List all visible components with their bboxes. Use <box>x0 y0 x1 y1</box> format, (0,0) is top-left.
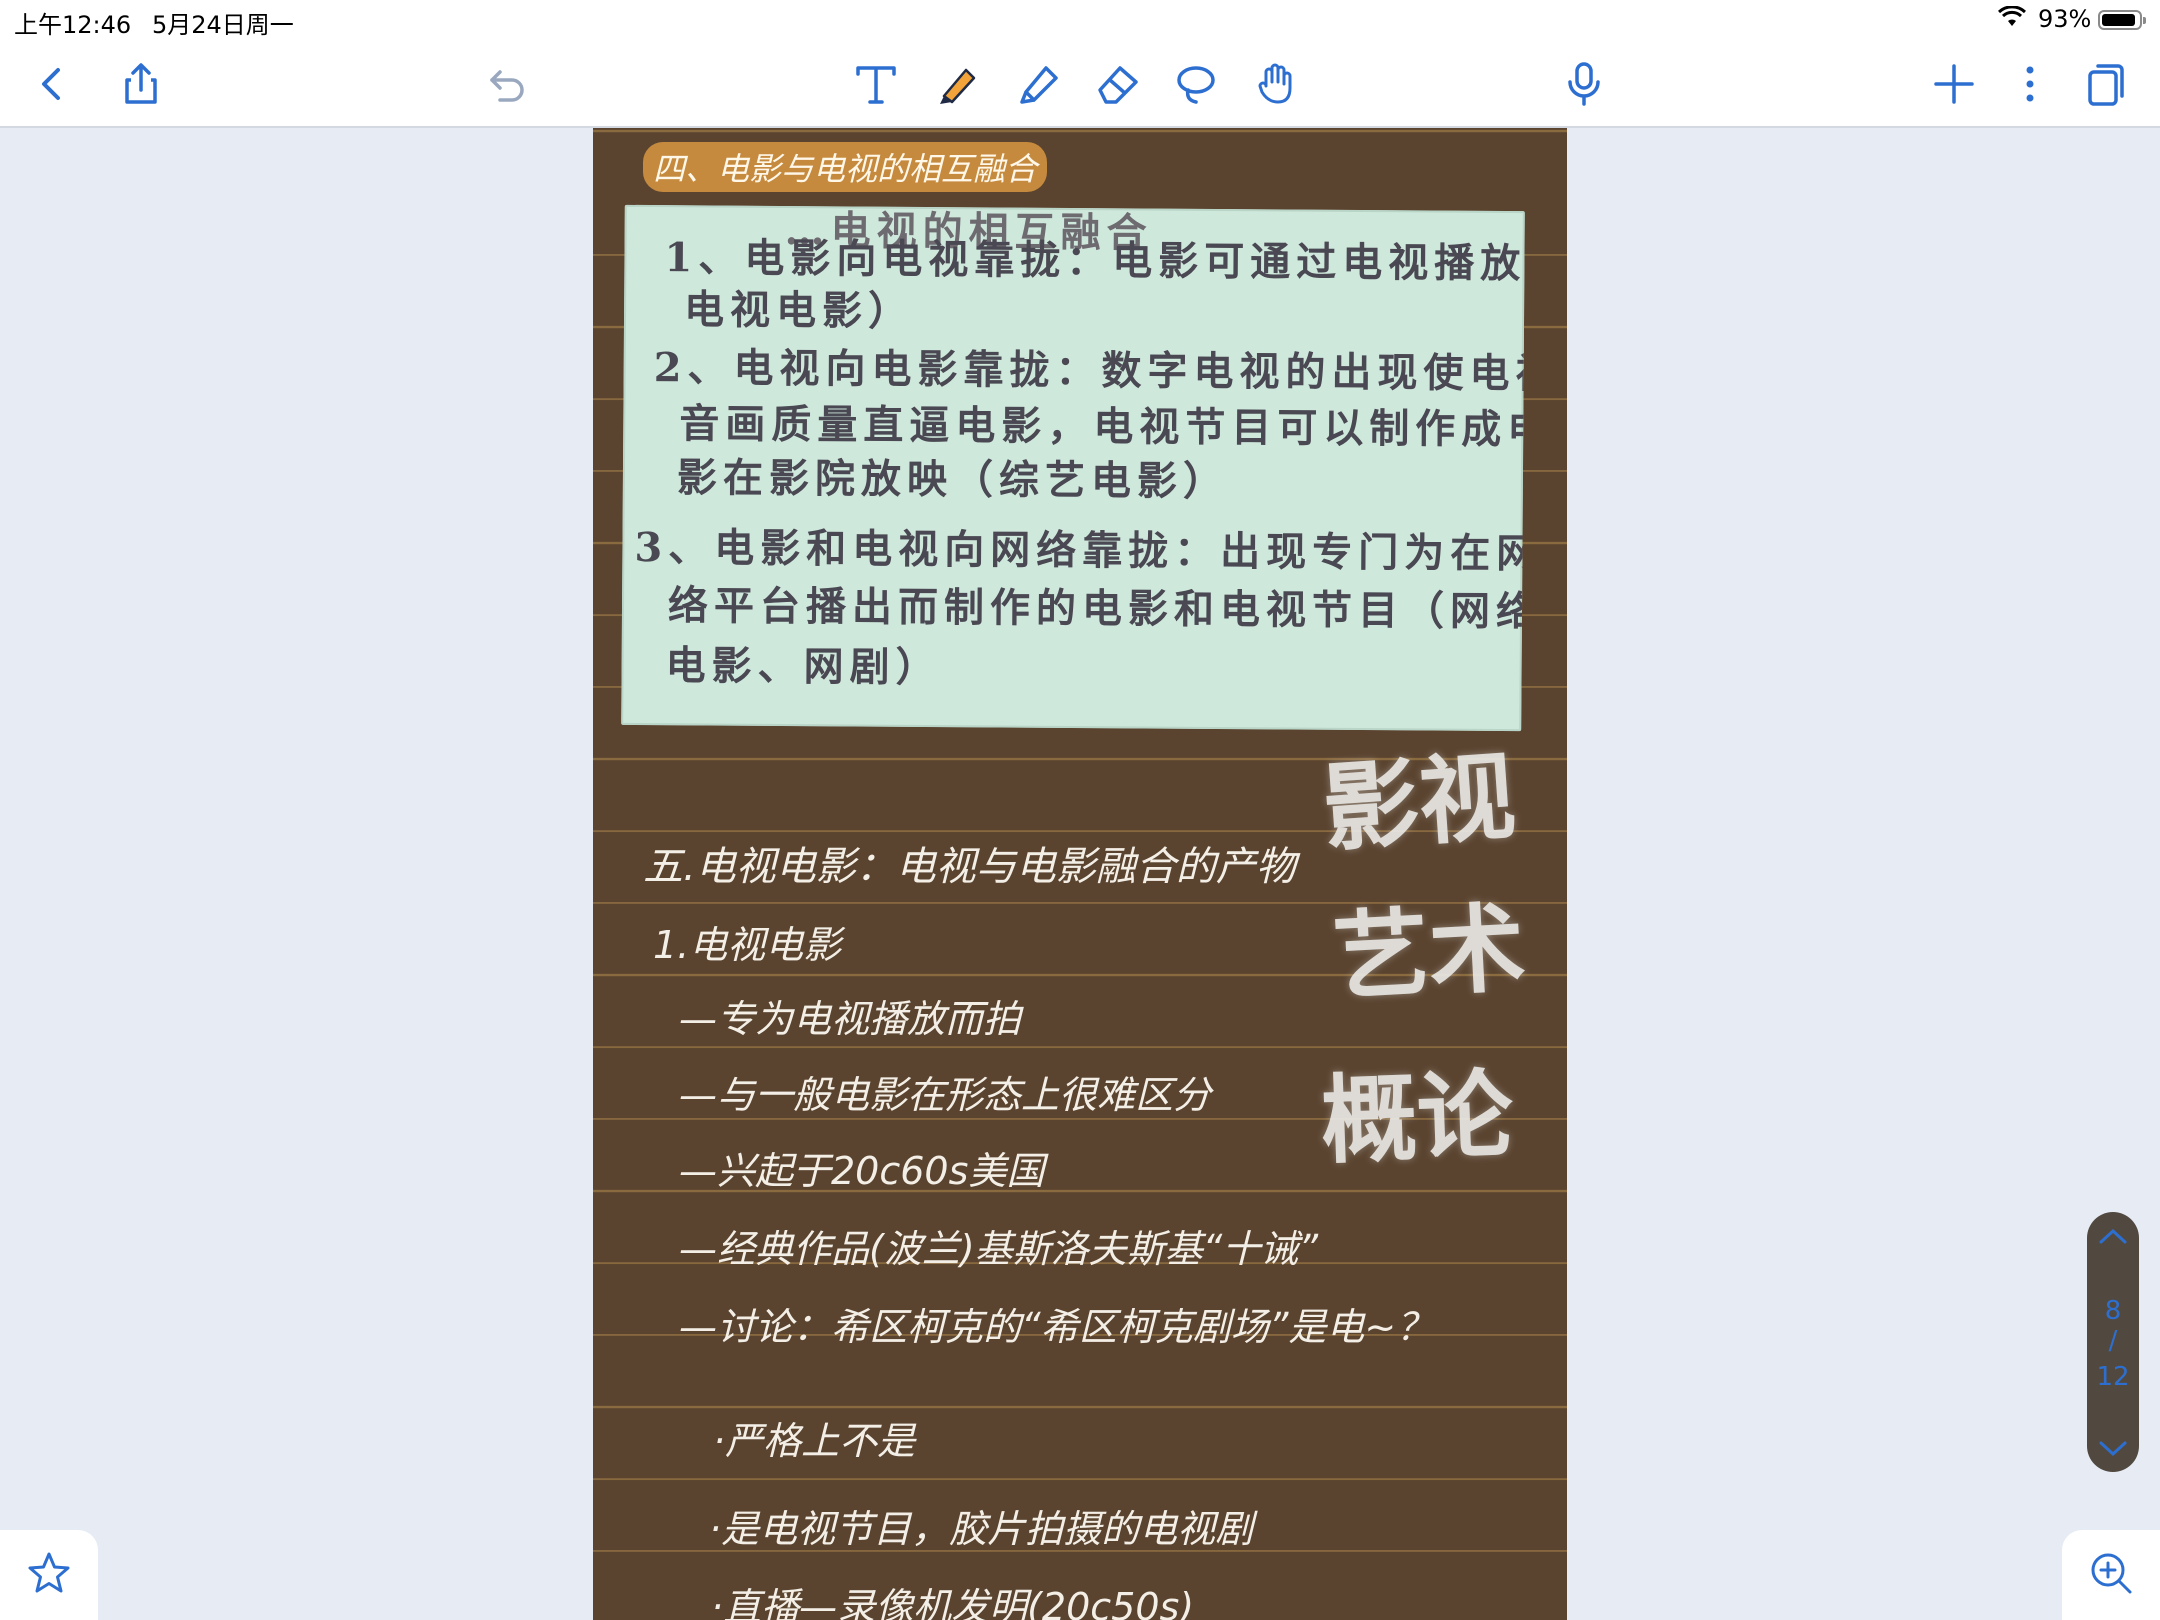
wifi-icon <box>1997 5 2027 34</box>
chevron-up-icon[interactable] <box>2087 1220 2139 1253</box>
text-tool-icon[interactable] <box>848 56 904 112</box>
watermark-line: 艺术 <box>1330 891 1528 1014</box>
photo-line: 3、电影和电视向网络靠拢：出现专门为在网 <box>634 523 1525 578</box>
add-page-icon[interactable] <box>1926 56 1982 112</box>
textbook-photo[interactable]: …电视的相互融合 1、电影向电视靠拢：电影可通过电视播放（ 电视电影） 2、电视… <box>621 204 1525 732</box>
toolbar <box>0 40 2160 128</box>
back-icon[interactable] <box>24 56 80 112</box>
note-page[interactable]: 四、电影与电视的相互融合 …电视的相互融合 1、电影向电视靠拢：电影可通过电视播… <box>593 128 1567 1620</box>
status-time: 上午12:46 <box>14 11 132 39</box>
handwritten-line: ·严格上不是 <box>713 1419 916 1463</box>
photo-line: 电影、网剧） <box>665 642 942 692</box>
microphone-icon[interactable] <box>1556 56 1612 112</box>
zoom-button[interactable] <box>2062 1530 2160 1620</box>
status-bar: 上午12:46 5月24日周一 93% <box>0 0 2160 40</box>
eraser-tool-icon[interactable] <box>1090 56 1146 112</box>
handwritten-line: —经典作品(波兰)基斯洛夫斯基“十诫” <box>679 1227 1319 1271</box>
battery-icon <box>2098 10 2146 30</box>
undo-icon[interactable] <box>480 56 536 112</box>
photo-line: 影在影院放映（综艺电影） <box>676 454 1230 506</box>
chevron-down-icon[interactable] <box>2087 1433 2139 1466</box>
pages-icon[interactable] <box>2078 56 2134 112</box>
watermark-line: 影视 <box>1319 739 1519 866</box>
photo-line: 电视电影） <box>683 286 915 335</box>
highlighter-tool-icon[interactable] <box>1010 56 1066 112</box>
battery-percent: 93% <box>2038 5 2092 33</box>
more-icon[interactable] <box>2002 56 2058 112</box>
handwritten-line: ·是电视节目，胶片拍摄的电视剧 <box>709 1507 1254 1551</box>
total-pages: 12 <box>2096 1362 2130 1392</box>
handwritten-line: —兴起于20c60s美国 <box>679 1149 1045 1193</box>
lasso-tool-icon[interactable] <box>1168 56 1224 112</box>
handwritten-line: —与一般电影在形态上很难区分 <box>679 1073 1212 1117</box>
page-navigator[interactable]: 8 / 12 <box>2087 1212 2139 1472</box>
section-heading: 四、电影与电视的相互融合 <box>643 142 1048 192</box>
status-date: 5月24日周一 <box>152 11 294 39</box>
photo-line: 2、电视向电影靠拢：数字电视的出现使电视 <box>653 344 1525 398</box>
watermark-line: 概论 <box>1319 1057 1515 1178</box>
page-separator: / <box>2108 1326 2118 1356</box>
favorite-button[interactable] <box>0 1530 98 1620</box>
handwritten-line: —讨论：希区柯克的“希区柯克剧场”是电~？ <box>679 1305 1435 1349</box>
hand-tool-icon[interactable] <box>1248 56 1304 112</box>
handwritten-line: 五.电视电影：电视与电影融合的产物 <box>643 844 1296 890</box>
star-icon <box>25 1549 73 1601</box>
handwritten-line: —专为电视播放而拍 <box>679 997 1022 1041</box>
photo-line: 络平台播出而制作的电影和电视节目（网络 <box>667 582 1525 636</box>
pen-tool-icon[interactable] <box>930 56 986 112</box>
handwritten-line: ·直播—录像机发明(20c50s) <box>711 1585 1195 1620</box>
handwritten-line: 1.电视电影 <box>653 923 842 967</box>
zoom-in-icon <box>2087 1549 2135 1601</box>
share-icon[interactable] <box>113 56 169 112</box>
current-page: 8 <box>2104 1296 2122 1326</box>
